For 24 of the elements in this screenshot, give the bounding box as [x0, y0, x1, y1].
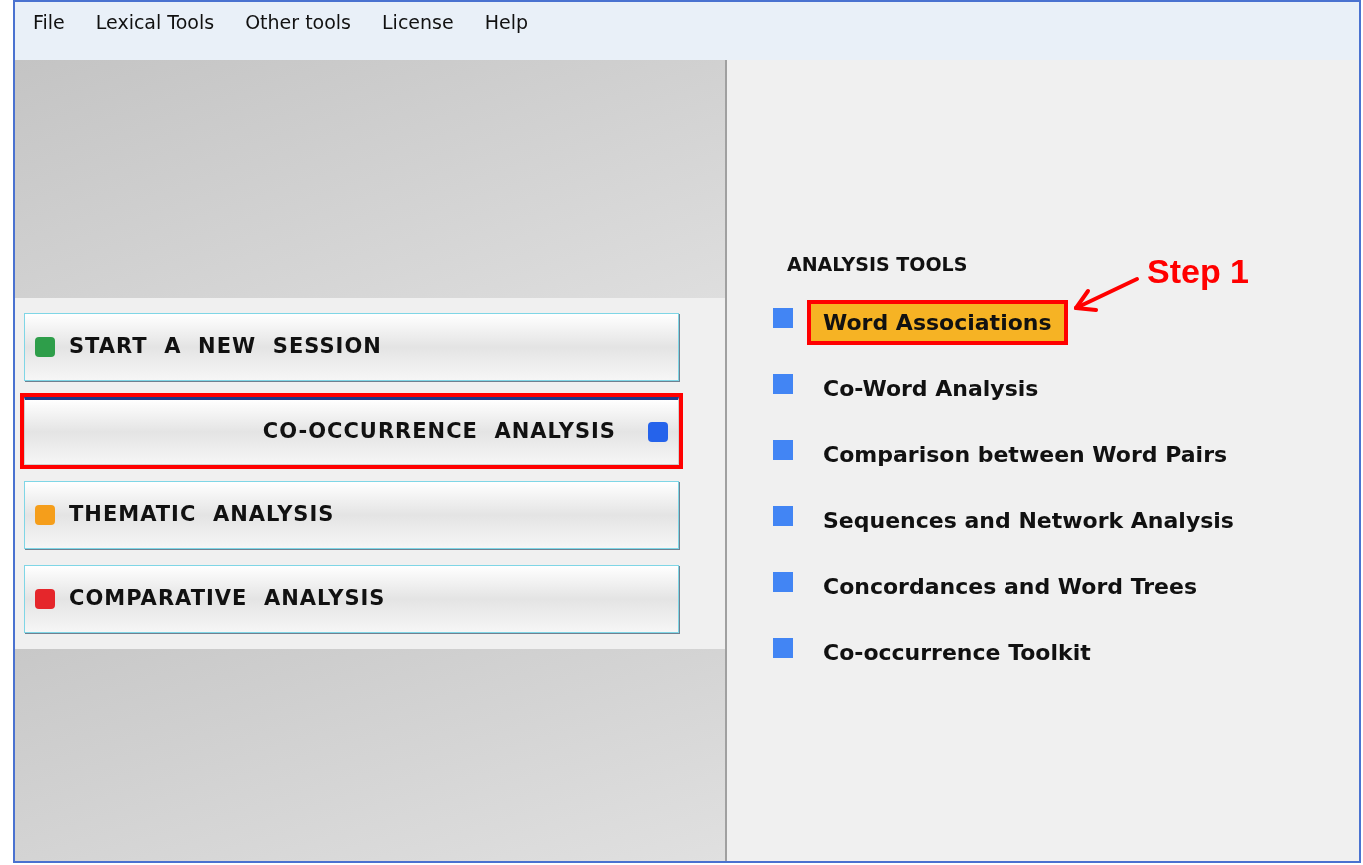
- menu-item[interactable]: Other tools: [245, 8, 351, 37]
- tool-link[interactable]: Co-occurrence Toolkit: [807, 629, 1107, 675]
- tool-link[interactable]: Co-Word Analysis: [807, 365, 1055, 411]
- step-label: Step 1: [1147, 251, 1250, 292]
- tool-link[interactable]: Comparison between Word Pairs: [807, 431, 1244, 477]
- tool-link[interactable]: Word Associations: [807, 299, 1068, 345]
- menu-item[interactable]: File: [33, 8, 65, 37]
- bullet-icon: [773, 506, 793, 526]
- bullet-icon: [773, 572, 793, 592]
- bullet-icon: [773, 638, 793, 658]
- bullet-icon: [773, 440, 793, 460]
- tool-link[interactable]: Sequences and Network Analysis: [807, 497, 1250, 543]
- section-title: ANALYSIS TOOLS: [787, 252, 968, 277]
- menu-item[interactable]: License: [382, 8, 454, 37]
- tool-link[interactable]: Concordances and Word Trees: [807, 563, 1214, 609]
- session-button[interactable]: START A NEW SESSION: [24, 313, 679, 381]
- bullet-icon: [773, 308, 793, 328]
- bullet-icon: [773, 374, 793, 394]
- session-button[interactable]: CO-OCCURRENCE ANALYSIS: [24, 397, 679, 465]
- session-button[interactable]: COMPARATIVE ANALYSIS: [24, 565, 679, 633]
- session-button[interactable]: THEMATIC ANALYSIS: [24, 481, 679, 549]
- menu-item[interactable]: Lexical Tools: [95, 8, 215, 37]
- menu-item[interactable]: Help: [484, 8, 528, 37]
- arrow-icon: [1072, 276, 1140, 312]
